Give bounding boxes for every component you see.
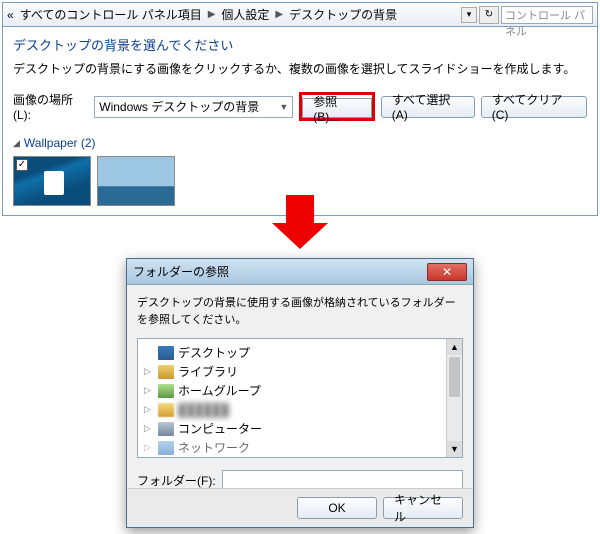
back-chevron[interactable]: « (7, 8, 14, 22)
wallpaper-thumbnail[interactable] (97, 156, 175, 206)
computer-icon (158, 422, 174, 436)
breadcrumb-item[interactable]: 個人設定 (221, 6, 269, 23)
close-button[interactable]: ✕ (427, 263, 467, 281)
scroll-up-icon[interactable]: ▲ (447, 339, 462, 355)
dialog-titlebar[interactable]: フォルダーの参照 ✕ (127, 259, 473, 285)
scrollbar[interactable]: ▲ ▼ (446, 339, 462, 457)
browse-button[interactable]: 参照(B)... (302, 98, 371, 118)
chevron-down-icon: ▼ (279, 102, 288, 112)
address-dropdown-icon[interactable]: ▾ (461, 7, 477, 23)
folder-name-input[interactable] (222, 470, 463, 490)
refresh-icon[interactable]: ↻ (479, 6, 499, 24)
breadcrumb-item[interactable]: すべてのコントロール パネル項目 (20, 6, 202, 23)
page-description: デスクトップの背景にする画像をクリックするか、複数の画像を選択してスライドショー… (13, 60, 587, 77)
scroll-down-icon[interactable]: ▼ (447, 441, 462, 457)
browse-folder-dialog: フォルダーの参照 ✕ デスクトップの背景に使用する画像が格納されているフォルダー… (126, 258, 474, 528)
highlight-box: 参照(B)... (299, 92, 374, 122)
scroll-thumb[interactable] (449, 357, 460, 397)
tree-item-network[interactable]: ▷ネットワーク (144, 438, 456, 457)
category-name: Wallpaper (2) (24, 136, 96, 150)
collapse-icon: ◢ (13, 138, 20, 149)
desktop-icon (158, 346, 174, 360)
location-value: Windows デスクトップの背景 (99, 98, 259, 115)
library-icon (158, 365, 174, 379)
user-folder-icon (158, 403, 174, 417)
clear-all-button[interactable]: すべてクリア(C) (481, 96, 587, 118)
dialog-instruction: デスクトップの背景に使用する画像が格納されているフォルダーを参照してください。 (137, 295, 463, 328)
tree-item-computer[interactable]: ▷コンピューター (144, 419, 456, 438)
chevron-right-icon: ▶ (275, 9, 283, 20)
location-row: 画像の場所(L): Windows デスクトップの背景 ▼ 参照(B)... す… (13, 91, 587, 122)
chevron-right-icon: ▶ (208, 9, 216, 20)
background-settings-window: « すべてのコントロール パネル項目 ▶ 個人設定 ▶ デスクトップの背景 ▾ … (2, 2, 598, 216)
breadcrumb-item[interactable]: デスクトップの背景 (289, 6, 397, 23)
search-box[interactable]: コントロール パネル (501, 6, 593, 24)
instruction-arrow-icon (272, 195, 328, 251)
tree-item-desktop[interactable]: デスクトップ (144, 343, 456, 362)
location-label: 画像の場所(L): (13, 91, 88, 122)
dialog-title: フォルダーの参照 (133, 263, 229, 280)
folder-tree[interactable]: デスクトップ ▷ライブラリ ▷ホームグループ ▷██████ ▷コンピューター … (137, 338, 463, 458)
network-icon (158, 441, 174, 455)
ok-button[interactable]: OK (297, 497, 377, 519)
tree-item-homegroup[interactable]: ▷ホームグループ (144, 381, 456, 400)
category-header[interactable]: ◢ Wallpaper (2) (13, 136, 587, 150)
homegroup-icon (158, 384, 174, 398)
folder-label: フォルダー(F): (137, 472, 216, 489)
cancel-button[interactable]: キャンセル (383, 497, 463, 519)
wallpaper-thumbnail[interactable]: ✓ (13, 156, 91, 206)
dialog-body: デスクトップの背景に使用する画像が格納されているフォルダーを参照してください。 … (127, 285, 473, 500)
content-pane: デスクトップの背景を選んでください デスクトップの背景にする画像をクリックするか… (3, 27, 597, 214)
selected-checkbox[interactable]: ✓ (16, 159, 28, 171)
dialog-footer: OK キャンセル (127, 488, 473, 527)
page-title: デスクトップの背景を選んでください (13, 35, 587, 54)
tree-item-libraries[interactable]: ▷ライブラリ (144, 362, 456, 381)
location-combobox[interactable]: Windows デスクトップの背景 ▼ (94, 96, 293, 118)
tree-item-user[interactable]: ▷██████ (144, 400, 456, 419)
select-all-button[interactable]: すべて選択(A) (381, 96, 475, 118)
folder-name-row: フォルダー(F): (137, 470, 463, 490)
address-bar: « すべてのコントロール パネル項目 ▶ 個人設定 ▶ デスクトップの背景 ▾ … (3, 3, 597, 27)
